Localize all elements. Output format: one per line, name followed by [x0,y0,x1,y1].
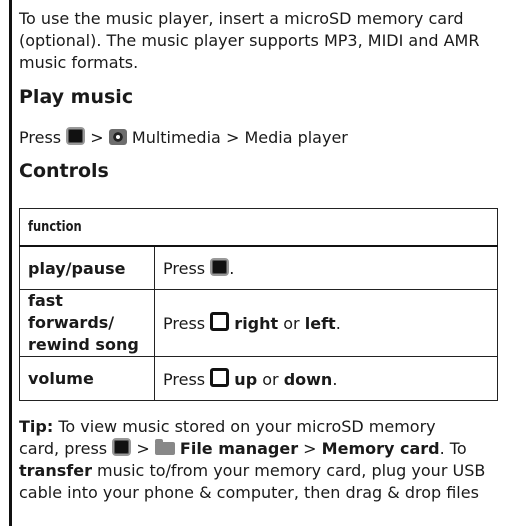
table-header-function: function [19,208,498,247]
page-left-border [9,0,12,526]
function-fast-forward-rewind: fast forwards/ rewind song [19,289,155,357]
tip-label: Tip: [19,417,54,436]
nav-key-icon [210,311,230,331]
folder-icon [154,439,175,455]
menu-multimedia: Multimedia [131,128,221,147]
menu-media-player: Media player [244,128,348,147]
memory-card-label: Memory card [321,439,440,458]
intro-paragraph: To use the music player, insert a microS… [19,9,480,72]
function-volume: volume [19,356,155,401]
description-fast-forward-rewind: Press right or left. [154,289,498,357]
table-header-row: function [19,208,498,247]
press-text: Press [19,128,62,147]
file-manager-label: File manager [179,439,299,458]
path-separator: > [90,128,104,147]
tip-paragraph: Tip: To view music stored on your microS… [19,417,486,502]
path-separator: > [225,128,240,147]
menu-key-icon [66,127,86,145]
play-music-heading: Play music [19,86,134,108]
multimedia-icon [108,129,127,145]
table-row: play/pause Press . [19,245,498,290]
nav-key-icon [210,368,230,387]
play-music-path: Press > Multimedia > Media player [19,127,348,149]
controls-heading: Controls [19,160,109,182]
function-play-pause: play/pause [19,245,155,290]
menu-key-icon [210,258,230,276]
description-volume: Press up or down. [154,356,498,401]
transfer-label: transfer [19,461,92,480]
table-row: fast forwards/ rewind song Press right o… [19,289,498,357]
table-row: volume Press up or down. [19,356,498,401]
menu-key-icon [112,438,132,456]
description-play-pause: Press . [154,245,498,290]
controls-table: function play/pause Press . fast forward… [19,208,498,401]
